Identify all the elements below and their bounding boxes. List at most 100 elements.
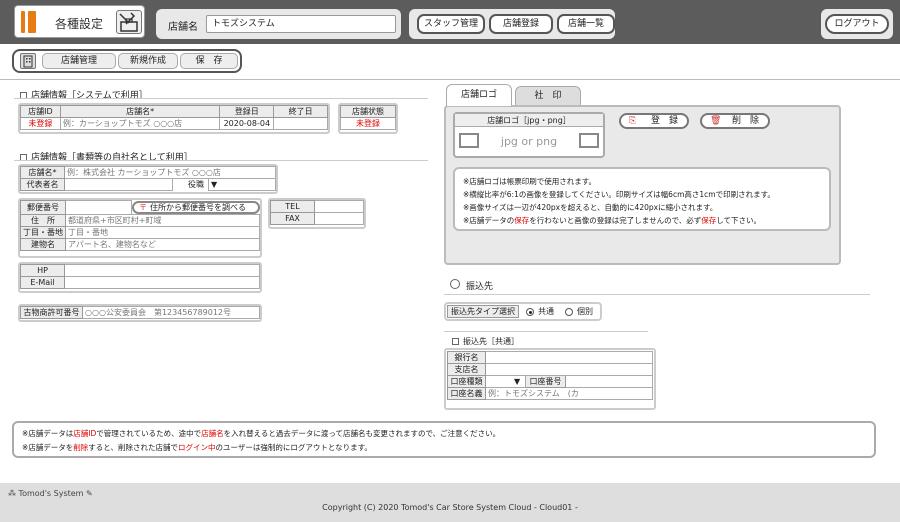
pref-label: 住 所	[20, 213, 66, 227]
web-table: HP E-Mail	[20, 264, 260, 289]
trash-icon: 🗑	[710, 116, 722, 126]
bank-name-label: 銀行名	[447, 351, 486, 364]
logo-upload-placeholder[interactable]: jpg or png	[487, 135, 571, 148]
store-manage-button[interactable]: 店舗管理	[42, 53, 116, 69]
app-logo[interactable]: 各種設定	[14, 5, 145, 38]
street-label: 丁目・番地	[20, 225, 66, 239]
store-name-field[interactable]: 例：カーショップトモズ ○○○店	[59, 117, 221, 130]
logo-register-button[interactable]: ⎘ 登 録	[619, 113, 689, 129]
fax-label: FAX	[270, 212, 315, 225]
bank-common-title: 振込先［共通］	[452, 336, 519, 347]
end-date-field[interactable]	[273, 117, 328, 130]
bank-type-common-radio[interactable]	[526, 308, 534, 316]
save-button[interactable]: 保 存	[180, 53, 238, 69]
divider	[14, 160, 428, 161]
store-label: 店舗名	[168, 22, 198, 33]
holder-field[interactable]: 例：トモズシステム (カ	[485, 387, 653, 400]
tools-icon	[116, 10, 142, 34]
status-header: 店舗状態	[340, 105, 396, 118]
sys-info-title: 店舗情報［システムで利用］	[20, 88, 148, 101]
copyright: Copyright (C) 2020 Tomod's Car Store Sys…	[322, 503, 578, 512]
bank-title: 振込先	[466, 282, 494, 292]
account-number-label: 口座番号	[525, 375, 566, 388]
toolbar-divider	[0, 79, 900, 80]
logo-upload-label: 店舗ロゴ［jpg・png］	[455, 114, 603, 127]
divider	[14, 98, 428, 99]
store-name-field[interactable]: トモズシステム	[206, 15, 396, 33]
doc-info-title-text: 店舗情報［書類等の自社名として利用］	[31, 153, 193, 163]
account-type-label: 口座種類	[447, 375, 486, 388]
new-create-button[interactable]: 新規作成	[118, 53, 178, 69]
bank-table: 銀行名 支店名 口座種類 ▼ 口座番号 口座名義 例：トモズシステム (カ	[447, 351, 653, 400]
pref-field[interactable]: 都道府県+市区町村+町域	[65, 213, 260, 227]
reg-date-value: 2020-08-04	[219, 117, 275, 130]
rep-field[interactable]	[64, 178, 173, 191]
role-select[interactable]: ▼	[208, 178, 276, 191]
sys-info-table: 店舗ID 店舗名* 登録日 終了日 未登録 例：カーショップトモズ ○○○店 2…	[20, 105, 328, 130]
brand-bars-icon	[21, 11, 37, 33]
logo-notes: ※店舗ロゴは帳票印刷で使用されます。 ※横縦比率が6:1の画像を登録してください…	[453, 167, 831, 231]
reg-date-header: 登録日	[219, 105, 275, 118]
antique-field[interactable]: ○○○公安委員会 第123456789012号	[82, 306, 260, 319]
holder-label: 口座名義	[447, 387, 486, 400]
tel-field[interactable]	[314, 200, 364, 213]
account-number-field[interactable]	[565, 375, 653, 388]
register-icon: ⎘	[629, 116, 637, 126]
email-field[interactable]	[64, 276, 260, 289]
logout-button[interactable]: ログアウト	[825, 14, 889, 34]
logo-note-line: ※画像サイズは一辺が420pxを超えると、自動的に420pxに縮小されます。	[463, 203, 718, 212]
bank-type-label: 振込先タイプ選択	[447, 305, 519, 318]
status-table: 店舗状態 未登録	[340, 105, 396, 130]
store-list-button[interactable]: 店舗一覧	[557, 14, 615, 34]
hp-label: HP	[20, 264, 65, 277]
tab-company-seal[interactable]: 社 印	[515, 86, 581, 106]
logo-delete-button[interactable]: 🗑 削 除	[700, 113, 770, 129]
hp-field[interactable]	[64, 264, 260, 277]
postal-mark-icon: 〒	[139, 202, 147, 212]
end-date-header: 終了日	[273, 105, 328, 118]
tab-store-logo[interactable]: 店舗ロゴ	[446, 84, 512, 106]
upload-right-button[interactable]	[579, 133, 599, 148]
bank-type-individual-label: 個別	[577, 307, 593, 316]
logo-note-line: ※店舗データの保存を行わないと画像の登録は完了しませんので、必ず保存して下さい。	[463, 216, 762, 225]
toolbar: 店舗管理 新規作成 保 存	[12, 49, 242, 73]
footer: ⁂ Tomod's System ✎ Copyright (C) 2020 To…	[0, 483, 900, 522]
staff-manage-button[interactable]: スタッフ管理	[417, 14, 485, 34]
zip-field[interactable]	[65, 200, 132, 215]
footer-brand: ⁂ Tomod's System ✎	[8, 489, 93, 498]
status-badge: 未登録	[340, 117, 396, 130]
account-type-select[interactable]: ▼	[485, 375, 526, 388]
divider	[444, 294, 870, 295]
logo-register-label: 登 録	[651, 116, 679, 126]
bank-type-individual-radio[interactable]	[565, 308, 573, 316]
dropdown-arrow-icon: ▼	[211, 180, 218, 189]
zip-lookup-button[interactable]: 〒 住所から郵便番号を調べる	[132, 200, 260, 214]
antique-table: 古物商許可番号 ○○○公安委員会 第123456789012号	[20, 306, 260, 319]
address-table: 郵便番号 〒 住所から郵便番号を調べる 住 所都道府県+市区町村+町域 丁目・番…	[20, 200, 260, 251]
doc-store-name-field[interactable]: 例：株式会社 カーショップトモズ ○○○店	[64, 166, 276, 179]
store-register-button[interactable]: 店舗登録	[489, 14, 553, 34]
bank-common-title-text: 振込先［共通］	[463, 337, 519, 346]
branch-field[interactable]	[485, 363, 653, 376]
upload-left-button[interactable]	[459, 133, 479, 148]
logout-panel: ログアウト	[821, 9, 893, 39]
bank-type-common-label: 共通	[538, 307, 554, 316]
zip-label: 郵便番号	[20, 200, 66, 215]
logo-note-line: ※店舗ロゴは帳票印刷で使用されます。	[463, 177, 597, 186]
doc-info-title: 店舗情報［書類等の自社名として利用］	[20, 150, 193, 163]
zip-lookup-label: 住所から郵便番号を調べる	[150, 202, 246, 212]
logo-note-line: ※横縦比率が6:1の画像を登録してください。印刷サイズは幅6cm高さ1cmで印刷…	[463, 190, 775, 199]
page-title: 各種設定	[55, 17, 104, 31]
tel-label: TEL	[270, 200, 315, 213]
divider	[444, 331, 648, 332]
bank-section-radio-icon	[450, 279, 460, 289]
street-field[interactable]: 丁目・番地	[65, 225, 260, 239]
logo-upload-box: 店舗ロゴ［jpg・png］ jpg or png	[453, 112, 605, 158]
bank-name-field[interactable]	[485, 351, 653, 364]
bldg-field[interactable]: アパート名、建物名など	[65, 237, 260, 251]
radio-selected-dot	[528, 310, 532, 314]
bottom-notes: ※店舗データは店舗IDで管理されているため、途中で店舗名を入れ替えると過去データ…	[12, 421, 876, 458]
fax-field[interactable]	[314, 212, 364, 225]
rep-label: 代表者名	[20, 178, 65, 191]
branch-label: 支店名	[447, 363, 486, 376]
